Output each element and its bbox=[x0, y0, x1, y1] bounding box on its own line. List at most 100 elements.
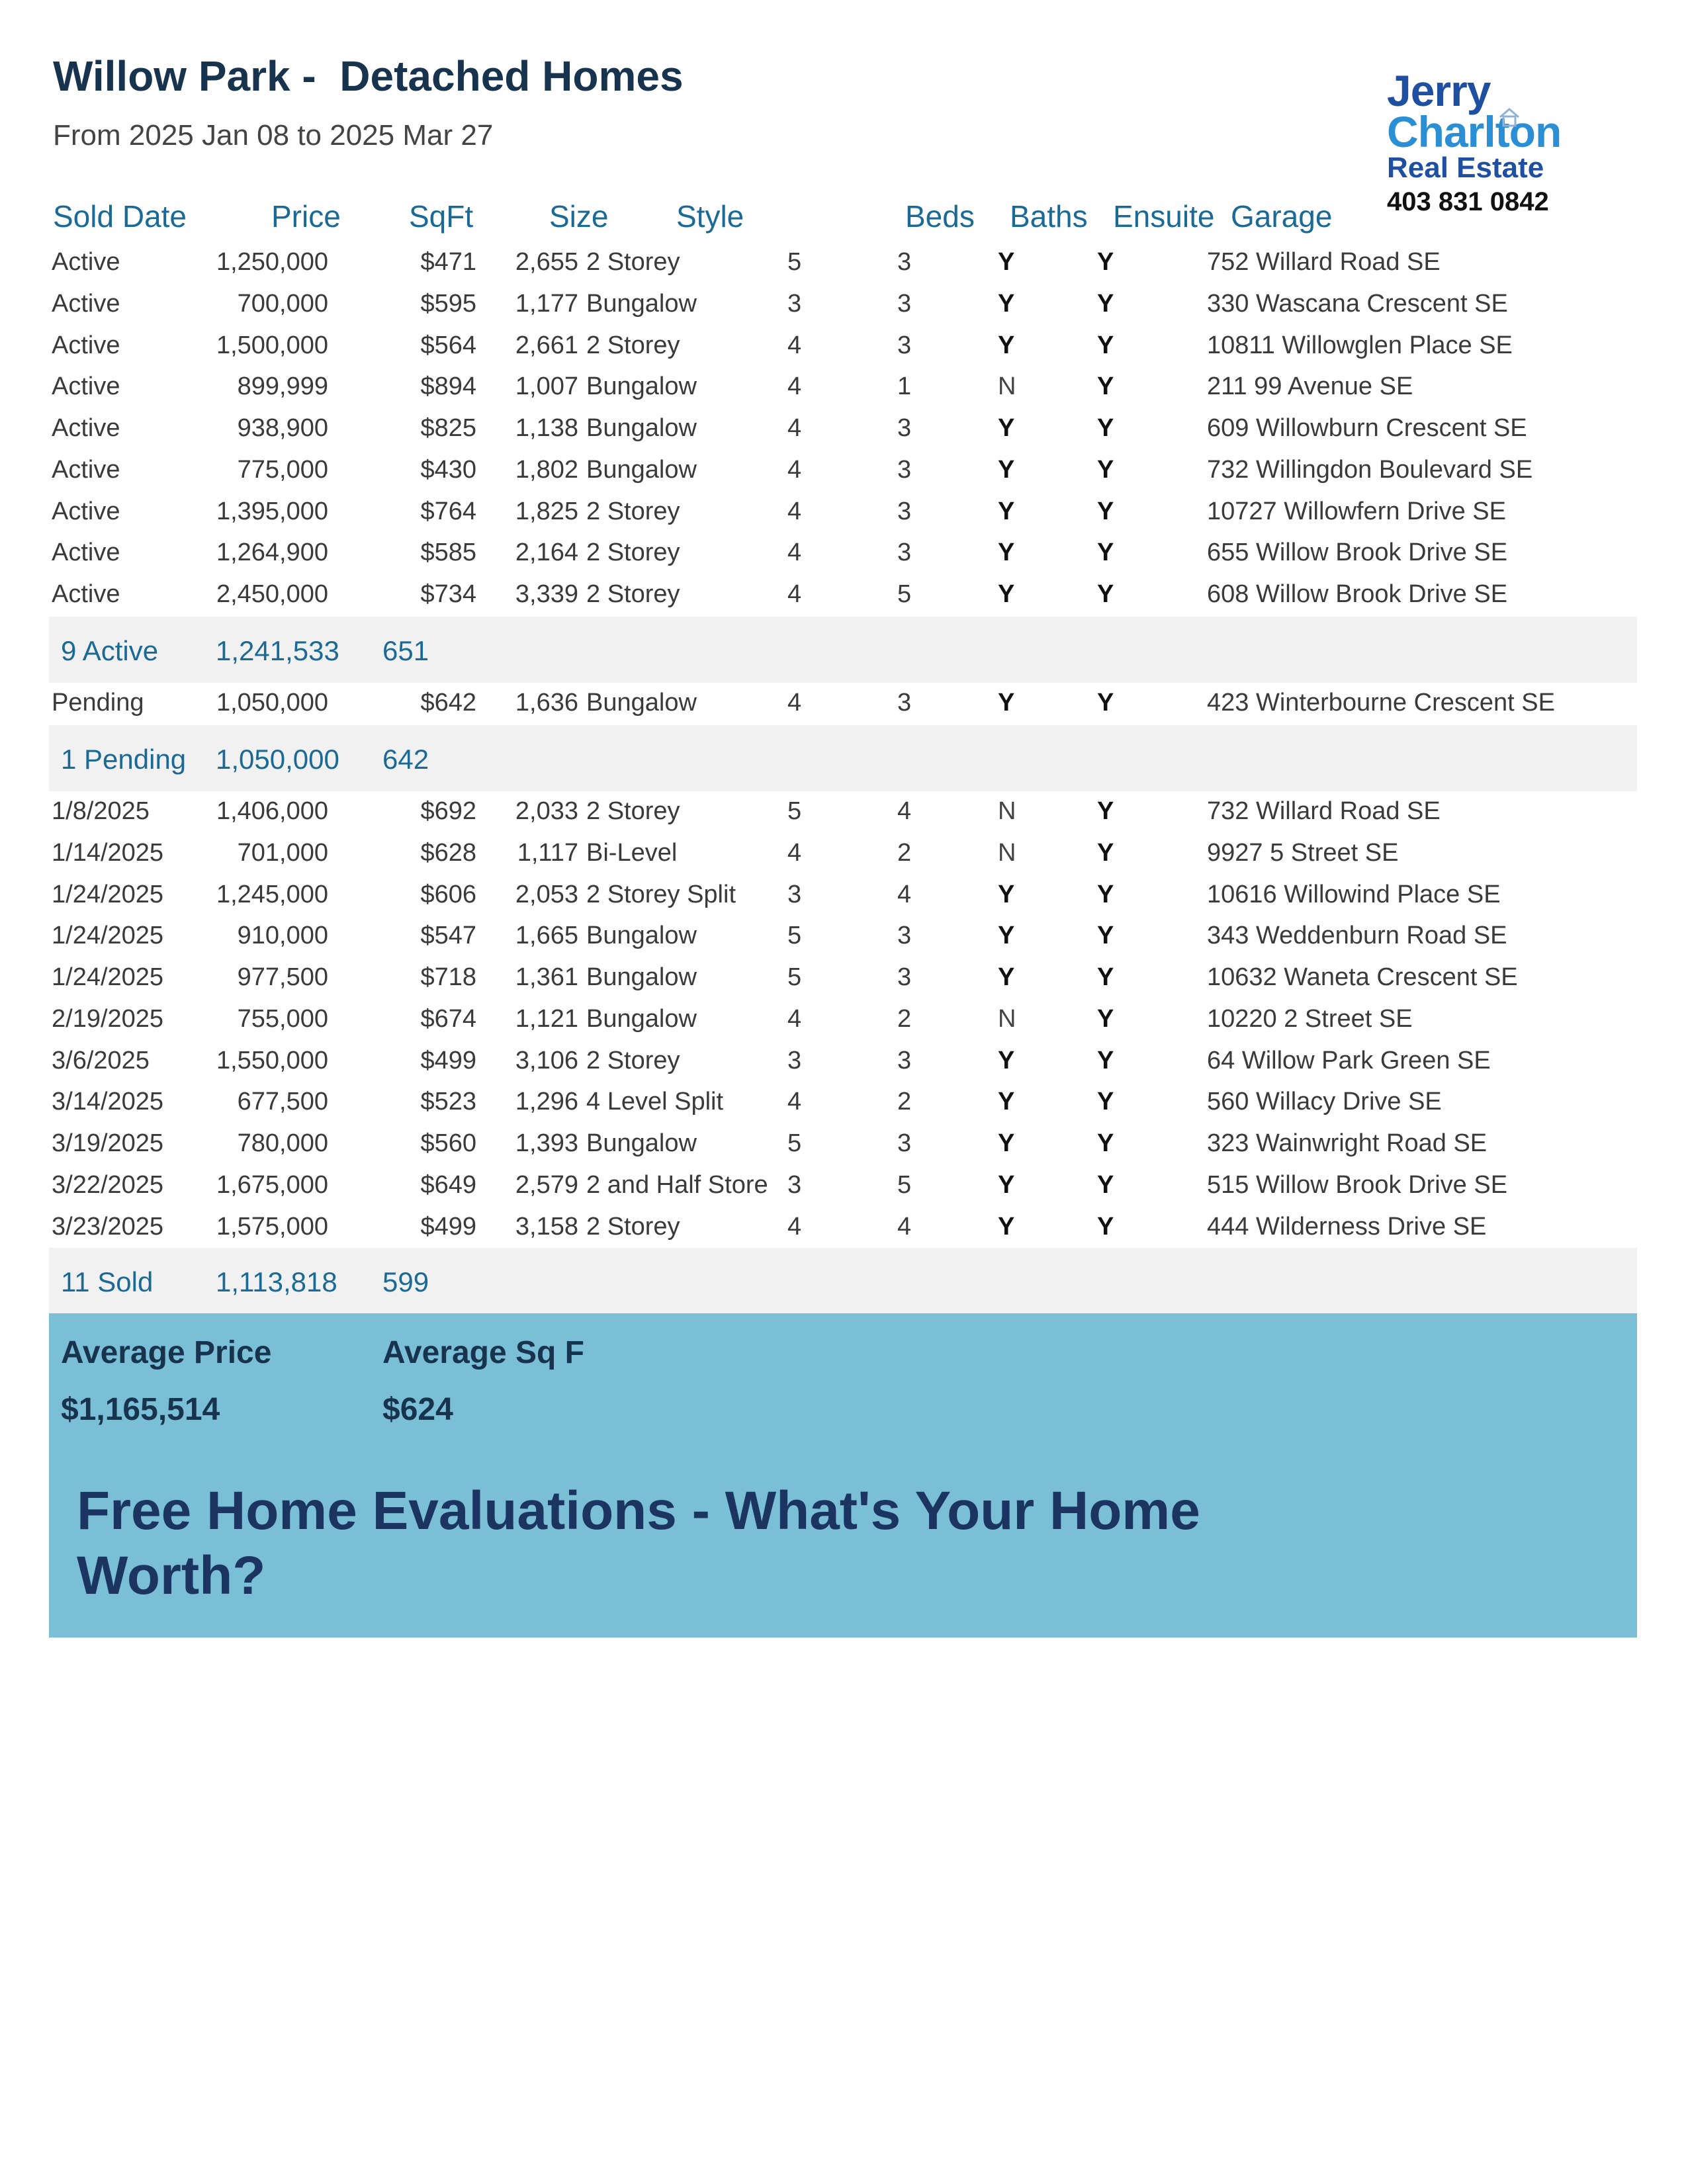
cell-ensuite: Y bbox=[998, 248, 1015, 276]
logo-name-last: Charlton bbox=[1387, 108, 1585, 153]
cell-ensuite: Y bbox=[998, 497, 1015, 525]
cell-beds: 5 bbox=[787, 797, 802, 825]
cell-beds: 4 bbox=[787, 1088, 802, 1116]
cell-baths: 4 bbox=[897, 1212, 912, 1241]
column-header-price: Price bbox=[271, 199, 341, 234]
cell-baths: 5 bbox=[897, 580, 912, 608]
cell-size: 1,802 bbox=[515, 455, 578, 484]
summary-count: 11 Sold bbox=[61, 1266, 154, 1297]
cell-style: 4 Level Split bbox=[586, 1088, 724, 1116]
cell-baths: 5 bbox=[897, 1170, 912, 1199]
table-row: Active 775,000 $430 1,802 Bungalow 4 3 Y Y 732 Wi… bbox=[49, 447, 1637, 488]
cell-baths: 3 bbox=[897, 1046, 912, 1074]
cell-baths: 3 bbox=[897, 963, 912, 991]
cell-beds: 5 bbox=[787, 248, 802, 276]
cell-address: 752 Willard Road SE bbox=[1207, 248, 1441, 276]
cell-style: 2 Storey Split bbox=[586, 880, 736, 908]
cell-style: 2 Storey bbox=[586, 1046, 680, 1074]
table-row: 1/24/2025 1,245,000 $606 2,053 2 Storey Spli… bbox=[49, 872, 1637, 913]
cell-ensuite: N bbox=[998, 838, 1016, 867]
cell-baths: 3 bbox=[897, 455, 912, 484]
cell-status: Active bbox=[52, 539, 120, 567]
summary-average-sqft: 651 bbox=[382, 635, 429, 666]
cell-beds: 5 bbox=[787, 963, 802, 991]
column-header-sold-date: Sold Date bbox=[53, 199, 187, 234]
summary-average-sqft: 599 bbox=[382, 1266, 429, 1297]
column-header-baths: Baths bbox=[1010, 199, 1088, 234]
cell-price: 780,000 bbox=[237, 1129, 328, 1157]
cell-beds: 4 bbox=[787, 838, 802, 867]
cell-size: 1,117 bbox=[517, 838, 578, 867]
cell-price: 755,000 bbox=[237, 1004, 328, 1033]
cell-style: 2 Storey bbox=[586, 1212, 680, 1241]
cell-status: 3/23/2025 bbox=[52, 1212, 164, 1241]
cell-beds: 3 bbox=[787, 1046, 802, 1074]
summary-count: 1 Pending bbox=[61, 744, 187, 775]
table-row: Active 938,900 $825 1,138 Bungalow 4 3 Y Y 609 Wi… bbox=[49, 406, 1637, 447]
cell-ensuite: N bbox=[998, 797, 1016, 825]
cell-address: 64 Willow Park Green SE bbox=[1207, 1046, 1491, 1074]
cell-size: 3,158 bbox=[515, 1212, 578, 1241]
cell-beds: 4 bbox=[787, 539, 802, 567]
cell-ensuite: Y bbox=[998, 689, 1015, 717]
cell-ensuite: Y bbox=[998, 580, 1015, 608]
table-row: 3/23/2025 1,575,000 $499 3,158 2 Storey 4 4 Y Y 4… bbox=[49, 1204, 1637, 1245]
cell-baths: 3 bbox=[897, 248, 912, 276]
cell-garage: Y bbox=[1097, 497, 1114, 525]
cell-ensuite: Y bbox=[998, 1170, 1015, 1199]
cell-ensuite: Y bbox=[998, 922, 1015, 950]
cell-garage: Y bbox=[1097, 539, 1114, 567]
cell-baths: 3 bbox=[897, 689, 912, 717]
table-row: 1/8/2025 1,406,000 $692 2,033 2 Storey 5 4 N Y 73… bbox=[49, 789, 1637, 830]
cell-address: 655 Willow Brook Drive SE bbox=[1207, 539, 1508, 567]
cell-address: 10616 Willowind Place SE bbox=[1207, 880, 1501, 908]
cell-price: 1,050,000 bbox=[216, 689, 328, 717]
cell-price: 1,550,000 bbox=[216, 1046, 328, 1074]
cell-price: 1,245,000 bbox=[216, 880, 328, 908]
cell-style: 2 Storey bbox=[586, 797, 680, 825]
cell-beds: 4 bbox=[787, 455, 802, 484]
table-row: 3/19/2025 780,000 $560 1,393 Bungalow 5 3 Y Y 323… bbox=[49, 1121, 1637, 1162]
cell-beds: 3 bbox=[787, 1170, 802, 1199]
cell-price: 938,900 bbox=[237, 414, 328, 442]
cell-size: 1,825 bbox=[515, 497, 578, 525]
cell-status: Active bbox=[52, 372, 120, 401]
cell-status: Pending bbox=[52, 689, 144, 717]
cell-garage: Y bbox=[1097, 1212, 1114, 1241]
cell-style: Bungalow bbox=[586, 922, 697, 950]
cell-size: 2,053 bbox=[515, 880, 578, 908]
cell-beds: 3 bbox=[787, 880, 802, 908]
cell-status: Active bbox=[52, 497, 120, 525]
summary-count: 9 Active bbox=[61, 635, 159, 666]
cell-size: 1,636 bbox=[515, 689, 578, 717]
column-header-size: Size bbox=[549, 199, 609, 234]
cell-garage: Y bbox=[1097, 289, 1114, 318]
cell-garage: Y bbox=[1097, 414, 1114, 442]
cell-garage: Y bbox=[1097, 372, 1114, 401]
cell-status: Active bbox=[52, 248, 120, 276]
cell-size: 3,106 bbox=[515, 1046, 578, 1074]
summary-average-sqft: 642 bbox=[382, 744, 429, 775]
cell-ensuite: Y bbox=[998, 331, 1015, 359]
cell-price: 910,000 bbox=[237, 922, 328, 950]
cell-style: 2 and Half Store bbox=[586, 1170, 768, 1199]
cell-address: 10811 Willowglen Place SE bbox=[1207, 331, 1513, 359]
cell-price: 1,395,000 bbox=[216, 497, 328, 525]
cell-address: 609 Willowburn Crescent SE bbox=[1207, 414, 1527, 442]
cell-beds: 4 bbox=[787, 331, 802, 359]
cell-size: 3,339 bbox=[515, 580, 578, 608]
cell-address: 323 Wainwright Road SE bbox=[1207, 1129, 1488, 1157]
cell-style: Bungalow bbox=[586, 414, 697, 442]
cell-beds: 4 bbox=[787, 1004, 802, 1033]
table-row: Active 1,250,000 $471 2,655 2 Storey 5 3 Y Y 752 … bbox=[49, 240, 1637, 281]
cell-baths: 4 bbox=[897, 880, 912, 908]
cell-price: 1,406,000 bbox=[216, 797, 328, 825]
cell-price: 2,450,000 bbox=[216, 580, 328, 608]
cell-size: 1,665 bbox=[515, 922, 578, 950]
cell-ensuite: Y bbox=[998, 414, 1015, 442]
cell-status: Active bbox=[52, 289, 120, 318]
cell-style: 2 Storey bbox=[586, 539, 680, 567]
cell-beds: 4 bbox=[787, 1212, 802, 1241]
cell-ensuite: Y bbox=[998, 539, 1015, 567]
home-evaluation-cta: Free Home Evaluations - What's Your Home… bbox=[77, 1481, 1200, 1606]
